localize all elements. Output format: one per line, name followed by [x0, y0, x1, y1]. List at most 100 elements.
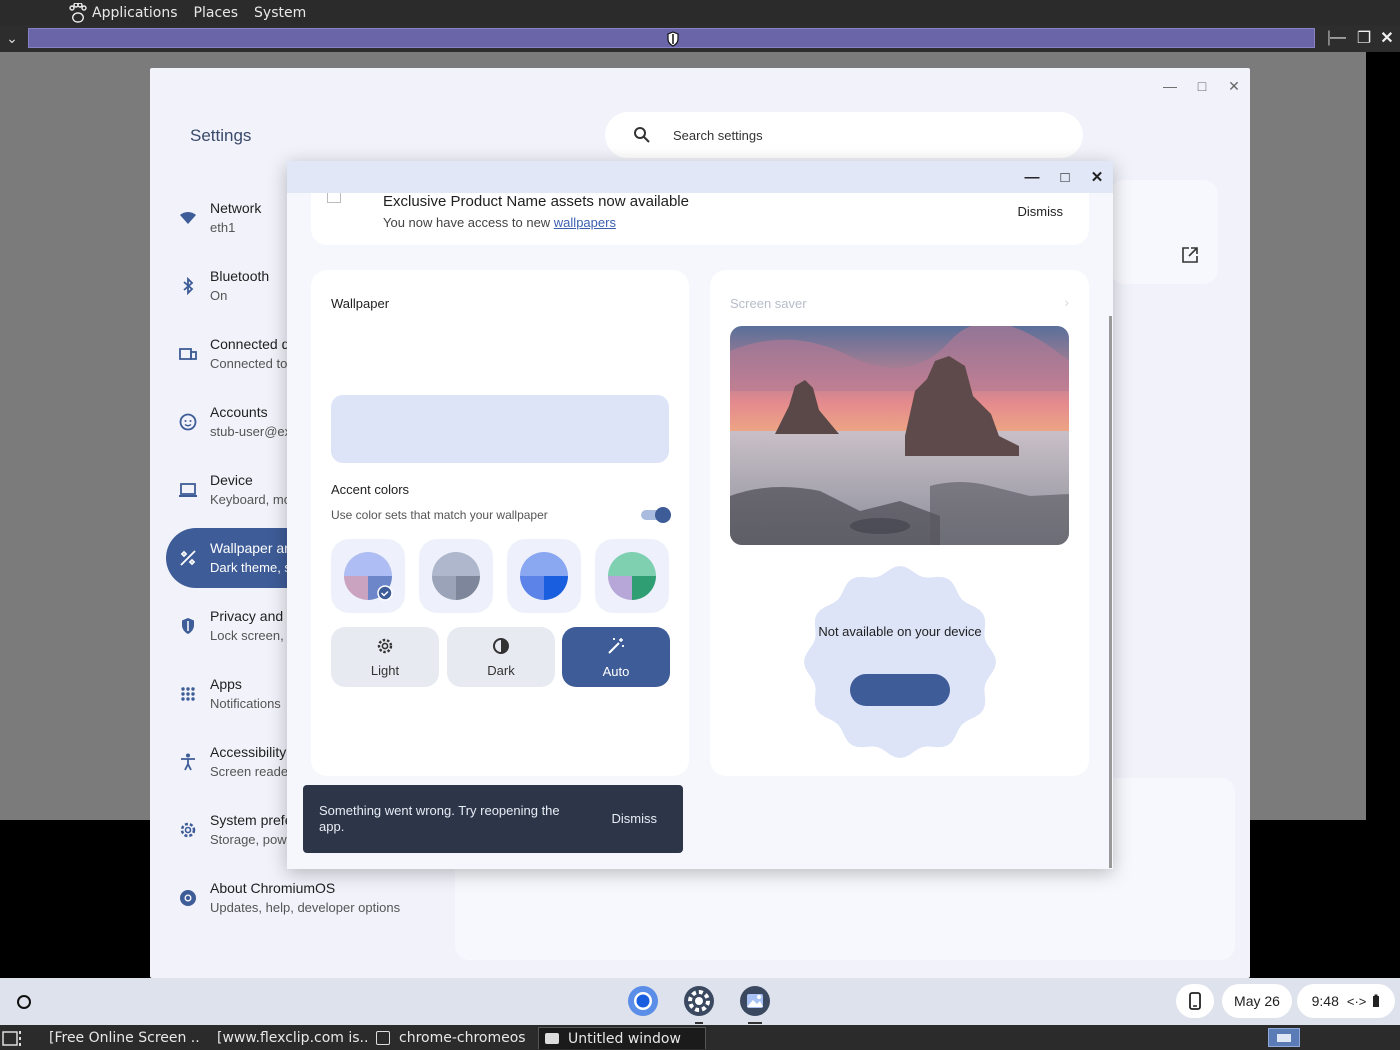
settings-title: Settings: [190, 126, 252, 145]
mode-auto-button[interactable]: Auto: [562, 627, 670, 687]
task-label: chrome-chromeos: [399, 1030, 526, 1046]
broken-image-icon: [327, 193, 341, 203]
nav-item-about[interactable]: About ChromiumOS Updates, help, develope…: [166, 868, 446, 928]
wallpaper-heading: Wallpaper: [331, 296, 390, 311]
wallpaper-app-window: — □ ✕ Exclusive Product Name assets now …: [287, 161, 1113, 869]
workspace-switcher[interactable]: [1268, 1028, 1300, 1047]
desktop-icon: [2, 1031, 21, 1046]
nav-label: Device: [210, 472, 253, 488]
phone-hub-button[interactable]: [1176, 984, 1214, 1018]
chevron-right-icon[interactable]: ›: [1064, 294, 1069, 310]
gnome-foot-icon[interactable]: [68, 2, 88, 23]
search-box[interactable]: Search settings: [605, 112, 1083, 158]
scrollbar[interactable]: [1109, 316, 1112, 868]
battery-icon: [1373, 994, 1380, 1007]
wifi-icon: [178, 208, 198, 228]
task-flexclip[interactable]: [www.flexclip.com is...: [208, 1027, 368, 1049]
task-label: [Free Online Screen ...: [49, 1030, 200, 1046]
mode-label: Auto: [602, 663, 630, 679]
swatch-pie-icon: [344, 552, 393, 601]
nav-label: Apps: [210, 676, 242, 692]
swatch-pie-icon: [432, 552, 480, 600]
laptop-icon: [178, 480, 198, 500]
task-chrome-chromeos[interactable]: chrome-chromeos: [376, 1027, 536, 1049]
nav-sublabel: On: [210, 288, 228, 303]
title-bar-fill[interactable]: [28, 28, 1315, 48]
task-free-online-screen[interactable]: [Free Online Screen ...: [40, 1027, 200, 1049]
open-external-icon[interactable]: [1181, 246, 1199, 264]
settings-maximize-icon[interactable]: □: [1190, 76, 1214, 96]
task-label: [www.flexclip.com is...: [217, 1030, 368, 1046]
screensaver-preview-image[interactable]: [730, 326, 1069, 545]
sea-rocks-picture: [730, 326, 1069, 545]
unavailable-action-button[interactable]: [850, 674, 950, 706]
app-close-icon[interactable]: ✕: [1086, 167, 1108, 187]
app-maximize-icon[interactable]: □: [1054, 167, 1076, 187]
color-swatch-3[interactable]: [507, 539, 581, 613]
nav-item-wallpaper[interactable]: Wallpaper ar Dark theme, s: [166, 528, 306, 588]
toast-dismiss-button[interactable]: Dismiss: [612, 811, 658, 826]
wallpaper-icon: [740, 986, 770, 1016]
color-swatch-2[interactable]: [419, 539, 493, 613]
search-icon: [634, 127, 650, 143]
nav-sublabel: Lock screen,: [210, 628, 284, 643]
places-menu[interactable]: Places: [194, 5, 239, 21]
nav-sublabel: Updates, help, developer options: [210, 900, 401, 915]
color-swatch-1[interactable]: [331, 539, 405, 613]
nav-label: System prefe: [210, 812, 293, 828]
show-desktop-button[interactable]: [2, 1027, 36, 1049]
wallpapers-link[interactable]: wallpapers: [554, 215, 616, 230]
running-indicator: [748, 1022, 762, 1024]
network-arrows-icon: <·>: [1346, 993, 1367, 1009]
mode-light-button[interactable]: Light: [331, 627, 439, 687]
close-icon[interactable]: ✕: [1376, 26, 1398, 50]
desktop-edge: [1366, 52, 1400, 820]
minimize-icon[interactable]: —: [1327, 26, 1349, 50]
contrast-icon: [493, 637, 509, 654]
apps-grid-icon: [178, 684, 198, 704]
nav-sublabel: Notifications: [210, 696, 281, 711]
shield-icon: [178, 616, 198, 636]
mode-dark-button[interactable]: Dark: [447, 627, 555, 687]
account-icon: [178, 412, 198, 432]
top-panel: Applications Places System: [0, 0, 1400, 25]
wallpaper-app[interactable]: [738, 984, 772, 1024]
date-tray[interactable]: May 26: [1222, 984, 1292, 1018]
accent-colors-subtitle: Use color sets that match your wallpaper: [331, 508, 548, 522]
settings-app[interactable]: [682, 984, 716, 1024]
settings-gear-icon: [684, 986, 714, 1016]
app-minimize-icon[interactable]: —: [1021, 167, 1043, 187]
launcher-button[interactable]: [10, 988, 38, 1016]
nav-sublabel: Dark theme, s: [210, 560, 291, 575]
error-toast: Something went wrong. Try reopening the …: [303, 785, 683, 853]
applications-menu[interactable]: Applications: [92, 5, 178, 21]
bluetooth-icon: [178, 276, 198, 296]
nav-label: Accessibility: [210, 744, 287, 760]
shelf: May 26 9:48 <·>: [0, 978, 1400, 1025]
accent-toggle[interactable]: [639, 507, 671, 523]
chromium-app[interactable]: [626, 984, 660, 1018]
maximize-icon[interactable]: ❐: [1353, 26, 1375, 50]
status-tray[interactable]: 9:48 <·>: [1297, 984, 1395, 1018]
nav-sublabel: stub-user@ex: [210, 424, 292, 439]
task-label: Untitled window: [568, 1030, 681, 1047]
system-menu[interactable]: System: [254, 5, 306, 21]
scalloped-badge-shape: [804, 566, 996, 758]
nav-label: Connected d: [210, 336, 290, 352]
screensaver-heading: Screen saver: [730, 296, 807, 311]
wallpaper-preview-placeholder[interactable]: [331, 395, 669, 463]
settings-close-icon[interactable]: ✕: [1222, 76, 1246, 96]
color-swatch-4[interactable]: [595, 539, 669, 613]
time-text: 9:48: [1311, 993, 1339, 1009]
window-titlebar: ⌄ | — ❐ ✕: [0, 25, 1400, 52]
settings-minimize-icon[interactable]: —: [1158, 76, 1182, 96]
connected-devices-icon: [178, 344, 198, 364]
banner-dismiss-button[interactable]: Dismiss: [1018, 204, 1064, 219]
chevron-down-icon[interactable]: ⌄: [0, 27, 24, 51]
shield-cursor-icon: [667, 31, 679, 47]
nav-label: About ChromiumOS: [210, 880, 336, 896]
phone-icon: [1189, 992, 1201, 1010]
folder-icon: [376, 1031, 390, 1045]
task-untitled-window[interactable]: Untitled window: [538, 1027, 706, 1049]
search-input[interactable]: Search settings: [673, 128, 763, 143]
